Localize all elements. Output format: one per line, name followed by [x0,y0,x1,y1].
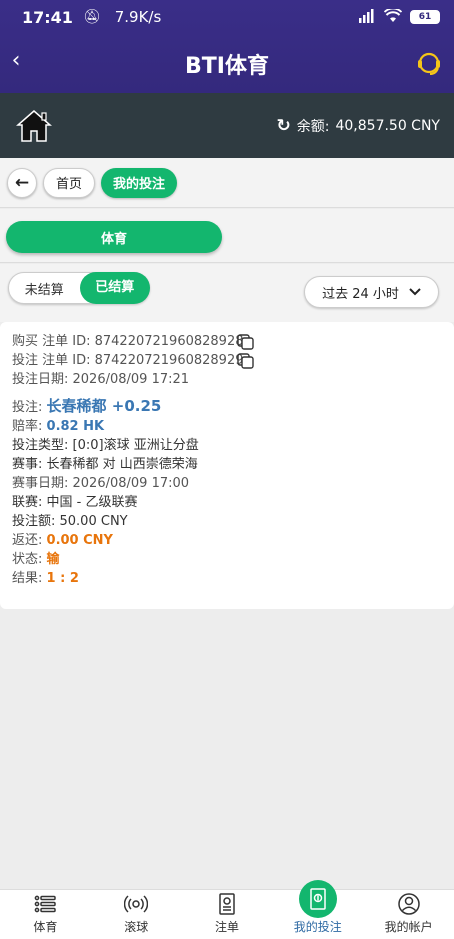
pick-label: 投注: [12,400,43,415]
bet-card: 购买 注单 ID: 874220721960828928 投注 注单 ID: 8… [0,322,454,609]
back-button[interactable]: ← [7,167,37,198]
copy-icon[interactable] [237,353,255,369]
stake: 投注额: 50.00 CNY [12,514,128,529]
back-icon[interactable]: ‹ [6,50,26,72]
bet-type: 投注类型: [0:0]滚球 亚洲让分盘 [12,438,199,453]
customer-support-icon[interactable] [414,48,444,78]
battery-icon: 61 [410,10,440,24]
status-label: 状态: [12,552,43,567]
wifi-icon [383,7,403,26]
bet-date: 投注日期: 2026/08/09 17:21 [12,372,190,387]
buy-id: 购买 注单 ID: 874220721960828928 [12,334,244,349]
match: 赛事: 长春稀都 对 山西崇德荣海 [12,457,198,472]
result-value: 1 : 2 [46,571,79,586]
breadcrumb: ← 首页 我的投注 [0,158,454,208]
time-range-value: 过去 24 小时 [322,286,399,302]
unsettled-tab[interactable]: 未结算 [9,279,80,298]
sport-select-button[interactable]: 体育 [6,221,222,253]
my-bets-icon [298,880,337,918]
balance-label: 余额: [296,118,330,135]
page-title: BTI体育 [185,53,269,79]
result-label: 结果: [12,571,43,586]
app-header: 17:41 🔕︎ 7.9K/s 61 ‹ BTI体育 [0,0,454,93]
settled-tab[interactable]: 已结算 [79,272,150,304]
tab-label: 我的投注 [293,920,342,934]
tab-live[interactable]: 滚球 [91,890,182,939]
league: 联赛: 中国 - 乙级联赛 [12,495,138,510]
refresh-icon[interactable]: ↻ [277,116,291,136]
account-icon [397,892,421,916]
status-time: 17:41 [22,7,73,27]
tab-account[interactable]: 我的帐户 [363,890,454,939]
network-speed: 7.9K/s [114,8,162,26]
home-button[interactable]: 首页 [43,167,96,198]
return-label: 返还: [12,533,43,548]
home-icon[interactable] [16,109,52,143]
status-bar: 17:41 🔕︎ 7.9K/s 61 [0,0,454,34]
list-icon [33,892,57,916]
bet-id: 投注 注单 ID: 874220721960828929 [12,353,244,368]
odds-label: 赔率: [12,419,43,434]
tab-betslip[interactable]: 注单 [182,890,273,939]
pick-value: 长春稀都 +0.25 [46,397,162,415]
account-bar: ↻ 余额: 40,857.50 CNY [0,93,454,158]
status-value: 输 [46,552,60,567]
tab-label: 注单 [214,920,239,934]
balance: ↻ 余额: 40,857.50 CNY [277,116,440,136]
live-icon [124,892,149,916]
tab-label: 体育 [33,920,58,934]
settlement-toggle: 未结算 已结算 [8,272,150,304]
copy-icon[interactable] [237,334,255,350]
return-value: 0.00 CNY [46,533,113,548]
chevron-down-icon [409,285,421,300]
betslip-icon [215,892,239,916]
tab-label: 滚球 [124,920,149,934]
signal-icon [358,8,376,26]
tab-sports[interactable]: 体育 [0,890,91,939]
odds-value: 0.82 HK [46,419,105,434]
bottom-tab-bar: 体育 滚球 注单 我的投注 我的帐户 [0,880,454,939]
match-date: 赛事日期: 2026/08/09 17:00 [12,476,190,491]
time-range-select[interactable]: 过去 24 小时 [304,276,439,308]
tab-my-bets[interactable]: 我的投注 [272,880,363,939]
my-bets-button[interactable]: 我的投注 [101,167,178,198]
balance-value: 40,857.50 CNY [335,117,440,134]
arrow-left-icon: ← [14,172,30,193]
notification-muted-icon: 🔕︎ [82,9,101,25]
tab-label: 我的帐户 [384,920,433,934]
